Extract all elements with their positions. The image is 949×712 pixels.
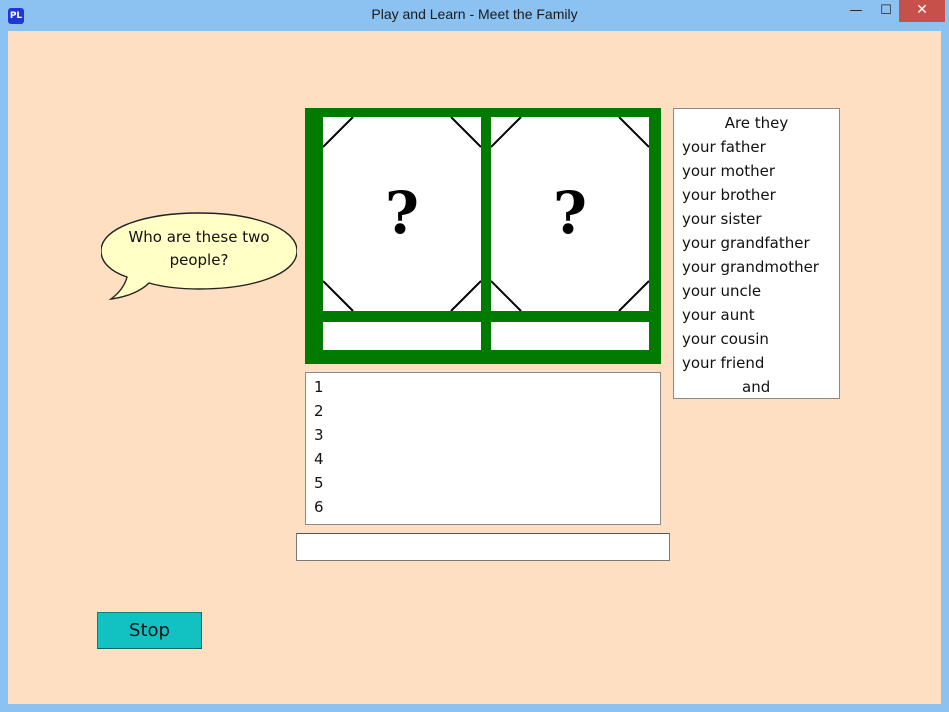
bubble-question: Who are these two people? [128, 228, 270, 269]
stop-button[interactable]: Stop [97, 612, 202, 649]
answer-slot[interactable]: 1 [306, 375, 660, 399]
game-area: Who are these two people? ? ? Are they y… [8, 31, 941, 704]
relationship-word-list: Are they your father your mother your br… [673, 108, 840, 399]
word-list-item[interactable]: your grandmother [674, 255, 839, 279]
word-list-item[interactable]: your sister [674, 207, 839, 231]
unknown-person-mark: ? [385, 179, 419, 247]
answer-list: 1 2 3 4 5 6 [305, 372, 661, 525]
picture-frame: ? ? [305, 108, 661, 364]
word-list-item[interactable]: your brother [674, 183, 839, 207]
unknown-person-mark: ? [553, 179, 587, 247]
word-list-item[interactable]: your friend [674, 351, 839, 375]
answer-input[interactable] [296, 533, 670, 561]
person-photo-2[interactable]: ? [491, 117, 649, 311]
photo-caption-1 [323, 322, 481, 350]
answer-slot[interactable]: 6 [306, 495, 660, 519]
word-list-item[interactable]: your grandfather [674, 231, 839, 255]
photo-caption-2 [491, 322, 649, 350]
person-photo-1[interactable]: ? [323, 117, 481, 311]
word-list-item[interactable]: your cousin [674, 327, 839, 351]
title-bar: PL Play and Learn - Meet the Family — ☐ … [0, 0, 949, 31]
answer-slot[interactable]: 3 [306, 423, 660, 447]
word-list-item[interactable]: your uncle [674, 279, 839, 303]
answer-slot[interactable]: 2 [306, 399, 660, 423]
close-button[interactable]: ✕ [899, 0, 945, 22]
word-list-item[interactable]: your father [674, 135, 839, 159]
word-list-item[interactable]: your mother [674, 159, 839, 183]
speech-bubble: Who are these two people? [101, 211, 297, 301]
word-list-connector: and [742, 378, 771, 396]
word-list-heading: Are they [724, 114, 789, 132]
word-list-item[interactable]: your aunt [674, 303, 839, 327]
answer-slot[interactable]: 5 [306, 471, 660, 495]
window-title: Play and Learn - Meet the Family [371, 6, 578, 22]
answer-slot[interactable]: 4 [306, 447, 660, 471]
